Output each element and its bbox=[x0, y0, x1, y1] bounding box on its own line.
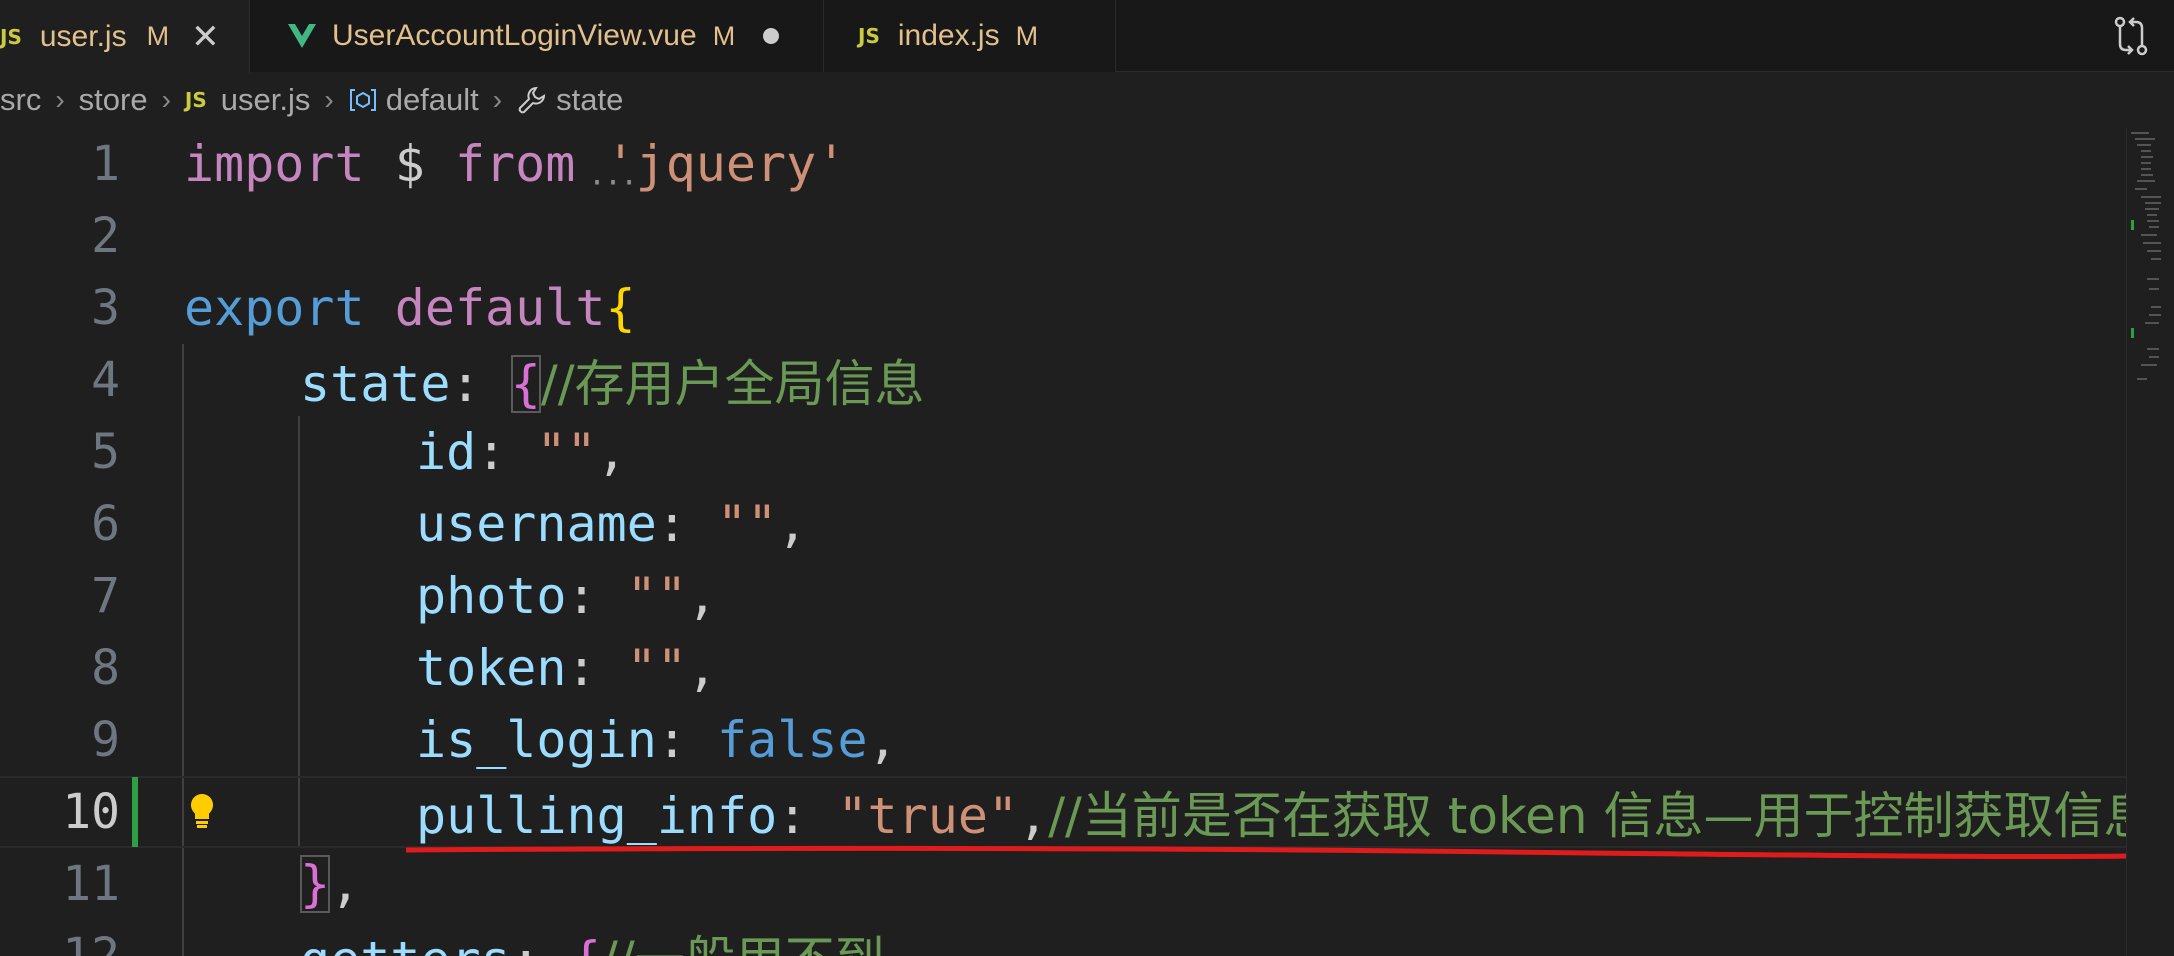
line-number: 2 bbox=[91, 208, 120, 264]
minimap-change-marker bbox=[2131, 328, 2134, 338]
code-text: state: {//存用户全局信息 bbox=[300, 355, 925, 413]
breadcrumb-item-state[interactable]: state bbox=[556, 82, 623, 118]
code-line: 3 export default{ bbox=[0, 272, 2130, 344]
bracket-match-highlight: } bbox=[300, 855, 331, 913]
line-number: 8 bbox=[91, 640, 120, 696]
line-number: 7 bbox=[91, 568, 120, 624]
code-line: 8 token: "", bbox=[0, 632, 2130, 704]
breadcrumb-item-src[interactable]: src bbox=[0, 82, 41, 118]
module-symbol-icon bbox=[348, 87, 378, 113]
js-file-icon: JS bbox=[184, 88, 207, 112]
red-annotation-underline bbox=[406, 845, 2130, 859]
chevron-right-icon: › bbox=[161, 84, 171, 115]
line-number: 4 bbox=[91, 352, 120, 408]
breadcrumb-item-user-js[interactable]: user.js bbox=[221, 82, 311, 118]
editor-tab-bar: JS user.js M ✕ UserAccountLoginView.vue … bbox=[0, 0, 2174, 73]
chevron-right-icon: › bbox=[324, 84, 334, 115]
code-line: 12 getters: {//一般用不到 bbox=[0, 920, 2130, 956]
line-number: 10 bbox=[62, 784, 120, 840]
chevron-right-icon: › bbox=[492, 84, 503, 115]
code-text: username: "", bbox=[416, 495, 808, 553]
compare-changes-icon[interactable] bbox=[2110, 14, 2154, 58]
code-line: 5 id: "", bbox=[0, 416, 2130, 488]
code-line: 4 state: {//存用户全局信息 bbox=[0, 344, 2130, 416]
code-text: id: "", bbox=[416, 423, 627, 481]
breadcrumb-item-default[interactable]: default bbox=[386, 82, 479, 118]
js-file-icon: JS bbox=[858, 24, 880, 48]
tab-index-js[interactable]: JS index.js M bbox=[824, 0, 1116, 72]
git-modified-gutter[interactable] bbox=[132, 777, 138, 847]
line-number: 5 bbox=[91, 424, 120, 480]
line-number: 9 bbox=[91, 712, 120, 768]
line-number: 12 bbox=[62, 928, 120, 956]
modified-indicator: M bbox=[146, 21, 170, 51]
tab-label: user.js bbox=[39, 19, 127, 53]
code-text: token: "", bbox=[416, 639, 718, 697]
chevron-right-icon: › bbox=[55, 84, 65, 115]
tab-user-js[interactable]: JS user.js M ✕ bbox=[0, 0, 250, 73]
minimap[interactable] bbox=[2126, 128, 2174, 956]
code-line: 7 photo: "", bbox=[0, 560, 2130, 632]
code-text: export default{ bbox=[184, 279, 636, 337]
code-text: getters: {//一般用不到 bbox=[300, 920, 885, 956]
code-text: is_login: false, bbox=[416, 711, 898, 769]
line-number: 3 bbox=[91, 280, 120, 336]
line-number: 6 bbox=[91, 496, 120, 552]
modified-indicator: M bbox=[712, 20, 736, 51]
tab-label: UserAccountLoginView.vue bbox=[332, 19, 697, 52]
current-code-line: 10 pulling_info: "true",//当前是否在获取 token … bbox=[0, 776, 2130, 848]
hint-ellipsis-icon[interactable]: ··· bbox=[588, 166, 638, 201]
code-text: import $ from 'jquery' bbox=[184, 135, 847, 193]
code-text: }, bbox=[300, 855, 361, 913]
lightbulb-icon[interactable] bbox=[188, 792, 216, 832]
code-line: 6 username: "", bbox=[0, 488, 2130, 560]
wrench-icon bbox=[516, 84, 548, 116]
modified-indicator: M bbox=[1015, 20, 1039, 51]
code-line: 9 is_login: false, bbox=[0, 704, 2130, 776]
code-editor[interactable]: 1 import $ from 'jquery' ··· 2 3 export … bbox=[0, 128, 2130, 956]
js-file-icon: JS bbox=[0, 24, 22, 49]
code-text: photo: "", bbox=[416, 567, 718, 625]
code-text: pulling_info: "true",//当前是否在获取 token 信息—… bbox=[416, 787, 2130, 845]
breadcrumb-item-store[interactable]: store bbox=[79, 82, 148, 118]
bracket-match-highlight: { bbox=[510, 355, 541, 413]
vue-file-icon bbox=[288, 24, 316, 48]
minimap-change-marker bbox=[2131, 220, 2134, 230]
unsaved-dot-icon[interactable] bbox=[763, 28, 780, 44]
tab-useraccountloginview-vue[interactable]: UserAccountLoginView.vue M bbox=[250, 0, 824, 72]
code-line: 2 bbox=[0, 200, 2130, 272]
breadcrumb: src › store › JS user.js › default › sta… bbox=[0, 78, 623, 122]
line-number: 11 bbox=[62, 856, 120, 912]
close-icon[interactable]: ✕ bbox=[191, 17, 220, 57]
tab-label: index.js bbox=[897, 19, 1000, 52]
code-line: 1 import $ from 'jquery' bbox=[0, 128, 2130, 200]
line-number: 1 bbox=[91, 136, 120, 192]
